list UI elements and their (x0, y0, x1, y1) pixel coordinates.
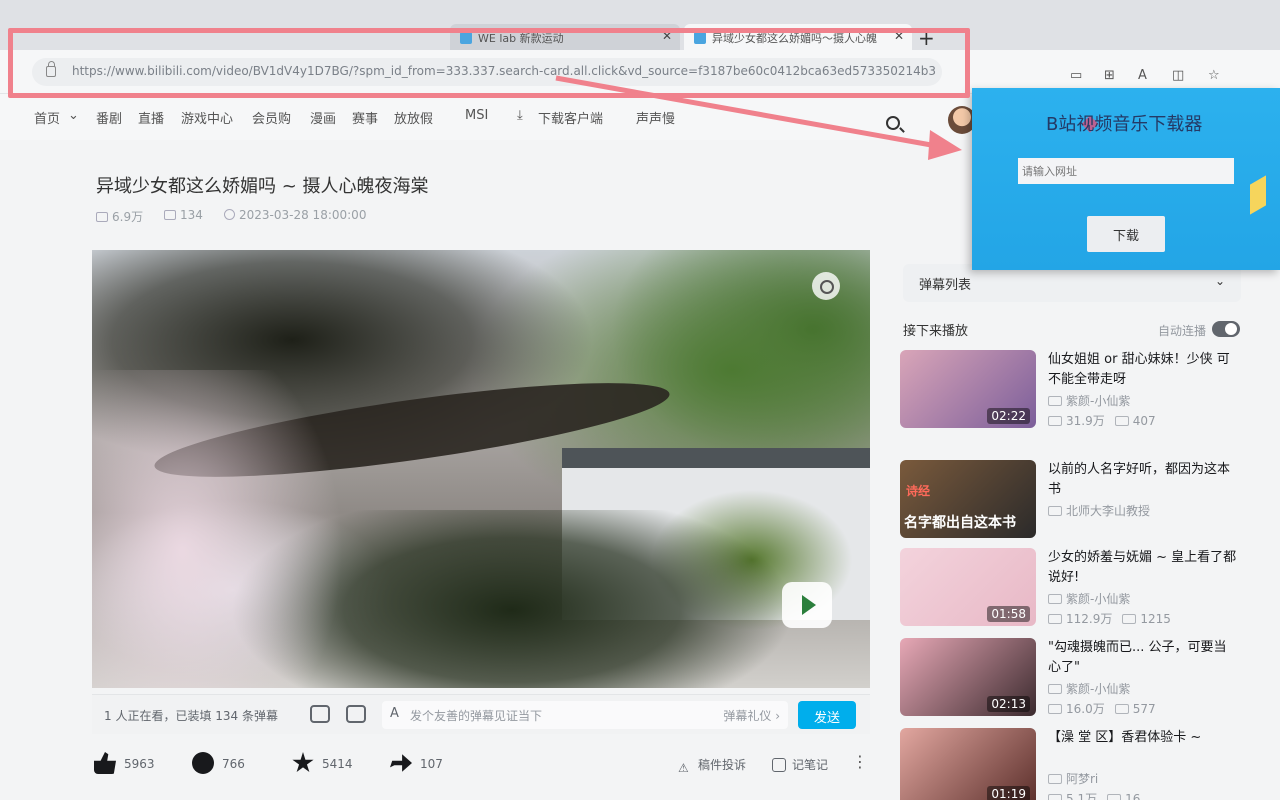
arrow-line (555, 75, 949, 151)
arrow-head (928, 130, 962, 160)
annotation-arrow (555, 75, 962, 160)
